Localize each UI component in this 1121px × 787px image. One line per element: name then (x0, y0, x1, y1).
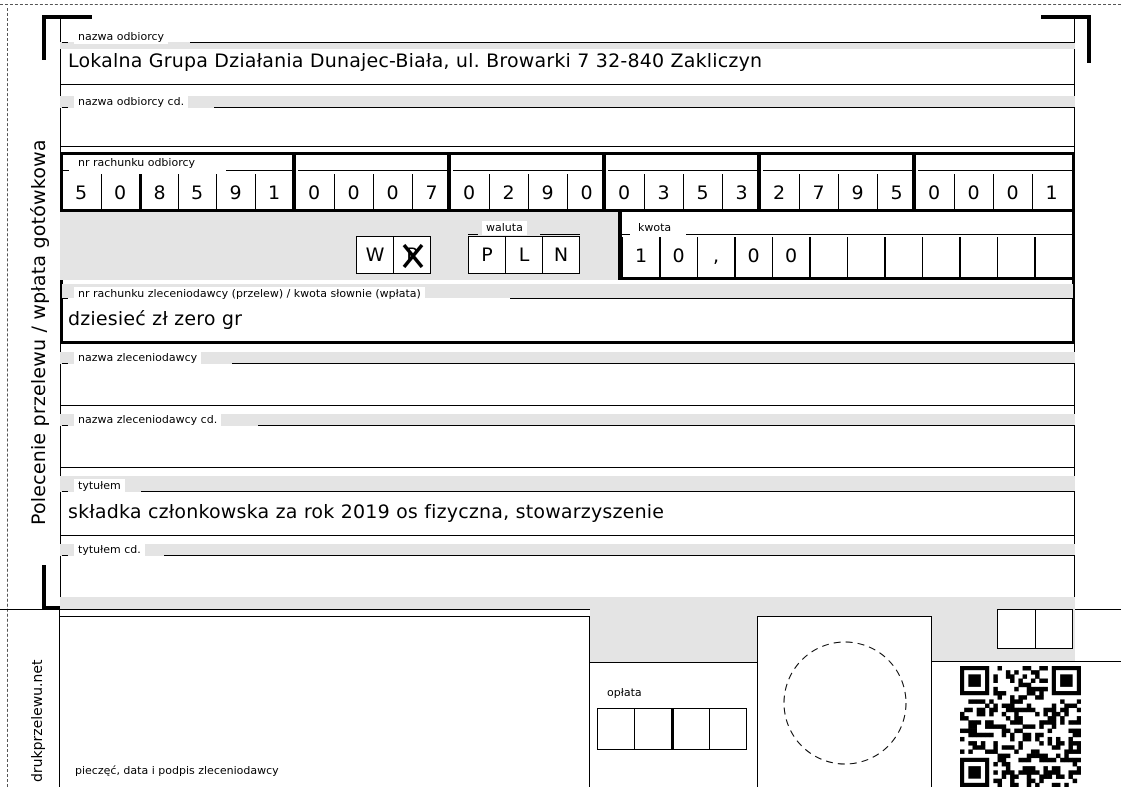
amount-words-label: nr rachunku zleceniodawcy (przelew) / kw… (74, 287, 425, 301)
amount-char-box[interactable]: , (697, 237, 735, 277)
account-digit[interactable]: 5 (877, 174, 915, 212)
account-digit[interactable]: 2 (489, 174, 527, 212)
recipient-label: nazwa odbiorcy (74, 30, 169, 44)
side-label: Polecenie przelewu / wpłata gotówkowa (28, 139, 50, 525)
account-digit[interactable]: 0 (373, 174, 411, 212)
payer-label: nazwa zleceniodawcy (74, 351, 202, 365)
recipient-name[interactable]: Lokalna Grupa Działania Dunajec-Biała, u… (68, 50, 762, 72)
account-digit[interactable]: 0 (100, 174, 139, 212)
title-label: tytułem (74, 479, 125, 493)
account-digit[interactable]: 9 (216, 174, 254, 212)
account-group-divider (757, 154, 761, 212)
currency-char-box[interactable]: P (468, 236, 506, 274)
amount-char-box[interactable] (809, 237, 848, 277)
currency-char-box[interactable]: L (505, 236, 543, 274)
account-digit[interactable]: 5 (683, 174, 721, 212)
account-digit[interactable]: 1 (1032, 174, 1070, 212)
fee-label: opłata (607, 686, 642, 699)
account-digit[interactable]: 9 (838, 174, 876, 212)
amount-char-box[interactable] (1034, 237, 1073, 277)
account-digit[interactable]: 3 (644, 174, 682, 212)
account-digit[interactable]: 0 (915, 174, 953, 212)
amount-words[interactable]: dziesieć zł zero gr (68, 308, 242, 330)
account-group-divider (447, 154, 451, 212)
account-digit[interactable]: 0 (334, 174, 372, 212)
amount-label: kwota (634, 221, 676, 235)
account-label: nr rachunku odbiorcy (74, 156, 200, 170)
account-digit[interactable]: 9 (528, 174, 566, 212)
cut-line-top (0, 4, 1121, 5)
corner-bracket-top-left-v (42, 15, 46, 60)
amount-char-box[interactable] (847, 237, 885, 277)
account-digit[interactable]: 1 (254, 174, 293, 212)
account-digit[interactable]: 0 (295, 174, 333, 212)
account-digit[interactable]: 0 (605, 174, 643, 212)
currency-label: waluta (482, 221, 527, 235)
amount-char-box[interactable] (922, 237, 960, 277)
qr-code-icon (960, 666, 1081, 787)
account-digit[interactable]: 0 (993, 174, 1031, 212)
amount-char-box[interactable] (884, 237, 923, 277)
stamp-circle-icon (783, 641, 907, 765)
account-group-divider (292, 154, 296, 212)
amount-char-box[interactable] (959, 237, 998, 277)
amount-char-box[interactable]: 0 (734, 237, 773, 277)
recipient-cont-label: nazwa odbiorcy cd. (74, 95, 189, 109)
account-digit[interactable]: 7 (412, 174, 450, 212)
payment-title[interactable]: składka członkowska za rok 2019 os fizyc… (68, 501, 664, 523)
account-digit[interactable]: 3 (722, 174, 760, 212)
title-cont-label: tytułem cd. (74, 543, 145, 557)
amount-char-box[interactable]: 1 (622, 237, 660, 277)
account-digit[interactable]: 7 (799, 174, 837, 212)
account-digit[interactable]: 5 (177, 174, 216, 212)
signature-label: pieczęć, data i podpis zleceniodawcy (75, 764, 279, 777)
amount-char-box[interactable] (997, 237, 1035, 277)
amount-char-box[interactable]: 0 (659, 237, 698, 277)
account-digit[interactable]: 0 (567, 174, 605, 212)
transfer-type-w[interactable]: W (356, 236, 394, 274)
account-digit[interactable]: 8 (139, 174, 177, 212)
account-digit[interactable]: 0 (954, 174, 992, 212)
cross-mark-icon (402, 243, 424, 269)
account-digit[interactable]: 5 (62, 174, 100, 212)
corner-bracket-bottom-left-v (42, 565, 46, 610)
amount-char-box[interactable]: 0 (772, 237, 810, 277)
payer-cont-label: nazwa zleceniodawcy cd. (74, 413, 222, 427)
account-digit[interactable]: 2 (760, 174, 798, 212)
row-shade (60, 42, 1075, 49)
corner-bracket-top-right-v (1087, 15, 1091, 63)
account-digit[interactable]: 0 (450, 174, 488, 212)
currency-char-box[interactable]: N (542, 236, 580, 274)
account-group-divider (912, 154, 916, 212)
transfer-type-p[interactable]: P (393, 236, 431, 274)
account-group-divider (602, 154, 606, 212)
signature-area[interactable] (60, 616, 590, 787)
